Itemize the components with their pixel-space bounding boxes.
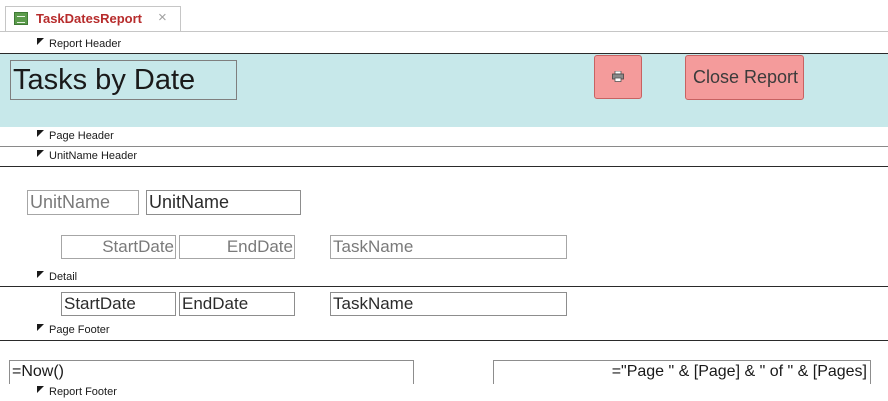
unitname-textbox[interactable]: UnitName xyxy=(146,190,301,215)
taskname-textbox[interactable]: TaskName xyxy=(330,292,567,316)
section-label-report-footer: Report Footer xyxy=(49,386,117,398)
section-bar-page-footer[interactable]: Page Footer xyxy=(0,322,888,339)
section-label-page-header: Page Header xyxy=(49,130,114,142)
report-title-label[interactable]: Tasks by Date xyxy=(10,60,237,100)
taskname-label[interactable]: TaskName xyxy=(330,235,567,259)
section-bar-report-footer[interactable]: Report Footer xyxy=(0,384,888,401)
enddate-label[interactable]: EndDate xyxy=(179,235,295,259)
collapse-arrow-icon xyxy=(37,150,44,157)
section-divider xyxy=(0,166,888,167)
tab-taskdatesreport[interactable]: TaskDatesReport × xyxy=(5,6,181,32)
collapse-arrow-icon xyxy=(37,38,44,45)
section-bar-detail[interactable]: Detail xyxy=(0,269,888,286)
section-divider xyxy=(0,146,888,147)
unitname-label[interactable]: UnitName xyxy=(27,190,139,215)
document-tab-strip: TaskDatesReport × xyxy=(0,0,888,32)
report-icon xyxy=(14,12,28,25)
printer-icon xyxy=(612,71,624,82)
collapse-arrow-icon xyxy=(37,130,44,137)
startdate-label[interactable]: StartDate xyxy=(61,235,176,259)
close-report-label: Close Report xyxy=(692,67,799,87)
print-button[interactable] xyxy=(594,55,642,99)
section-bar-unitname-header[interactable]: UnitName Header xyxy=(0,148,888,165)
section-label-unitname-header: UnitName Header xyxy=(49,150,138,162)
report-title: Tasks by Date xyxy=(13,64,196,96)
collapse-arrow-icon xyxy=(37,271,44,278)
section-label-detail: Detail xyxy=(49,271,78,283)
collapse-arrow-icon xyxy=(37,386,44,393)
section-bar-page-header[interactable]: Page Header xyxy=(0,128,888,145)
tab-title: TaskDatesReport xyxy=(36,11,142,26)
page-number-textbox[interactable]: ="Page " & [Page] & " of " & [Pages] xyxy=(493,360,871,385)
section-label-page-footer: Page Footer xyxy=(49,324,110,336)
enddate-textbox[interactable]: EndDate xyxy=(179,292,295,316)
collapse-arrow-icon xyxy=(37,324,44,331)
section-divider xyxy=(0,340,888,341)
section-label-report-header: Report Header xyxy=(49,38,122,50)
close-report-button[interactable]: Close Report xyxy=(685,55,804,100)
close-icon[interactable]: × xyxy=(158,9,167,26)
section-bar-report-header[interactable]: Report Header xyxy=(0,36,888,53)
section-divider xyxy=(0,286,888,287)
now-textbox[interactable]: =Now() xyxy=(9,360,414,385)
tab-divider xyxy=(0,31,888,32)
startdate-textbox[interactable]: StartDate xyxy=(61,292,176,316)
